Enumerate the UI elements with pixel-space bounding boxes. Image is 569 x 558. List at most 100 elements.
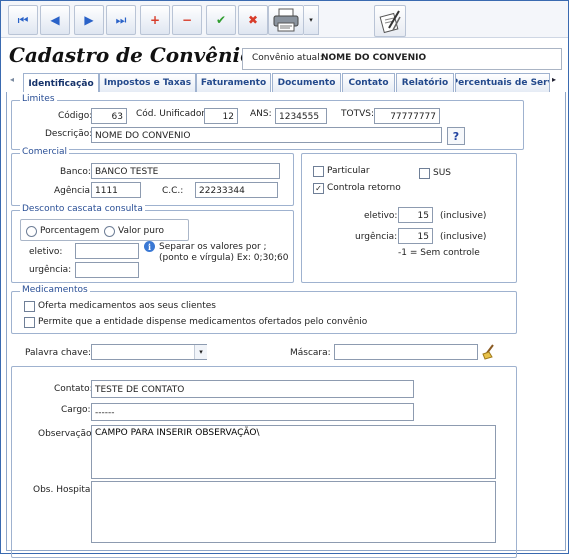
particular-label: Particular	[327, 166, 370, 176]
edit-tool-icon	[379, 10, 401, 34]
retorno-urgencia-field[interactable]: 15	[398, 228, 433, 244]
palavra-chave-dropdown-button[interactable]: ▾	[194, 345, 207, 359]
medicamentos-legend: Medicamentos	[20, 285, 90, 295]
identificacao-panel: Limites Código: 63 Cód. Unificador: 12 A…	[6, 92, 566, 558]
next-icon: ▶	[84, 13, 94, 27]
comercial-group: Comercial	[11, 147, 294, 206]
retorno-eletivo-label: eletivo:	[364, 211, 398, 221]
current-convenio-value: NOME DO CONVENIO	[321, 53, 427, 63]
tab-strip: ◂ Identificação Impostos e Taxas Faturam…	[6, 72, 564, 93]
contato-label: Contato:	[54, 384, 93, 394]
cc-label: C.C.:	[162, 186, 184, 196]
valor-puro-radio[interactable]	[104, 226, 115, 237]
cargo-field[interactable]: ------	[91, 403, 414, 421]
print-button[interactable]	[268, 5, 304, 35]
codigo-field[interactable]: 63	[91, 108, 127, 124]
first-icon: ⏮	[17, 12, 29, 27]
observacao-textarea[interactable]: CAMPO PARA INSERIR OBSERVAÇÃO\	[91, 425, 496, 479]
desconto-legend: Desconto cascata consulta	[20, 204, 145, 214]
help-button[interactable]: ?	[447, 127, 465, 145]
info-icon: i	[144, 241, 155, 252]
agencia-field[interactable]: 1111	[91, 182, 141, 198]
mascara-field[interactable]	[334, 344, 478, 360]
chevron-down-icon: ▾	[199, 348, 203, 356]
codigo-label: Código:	[58, 111, 93, 121]
page-title: Cadastro de Convênios	[9, 43, 265, 67]
edit-tool-button[interactable]	[374, 5, 406, 37]
current-convenio-box: Convênio atual: NOME DO CONVENIO	[242, 48, 562, 70]
obs-hospital-textarea[interactable]	[91, 481, 496, 543]
medicamentos-group: Medicamentos	[11, 285, 517, 334]
chevron-down-icon: ▾	[309, 16, 313, 24]
desconto-urgencia-label: urgência:	[29, 265, 72, 275]
cancel-button[interactable]: ✖	[238, 5, 268, 35]
toolbar: ⏮ ◀ ▶ ⏭ + − ✔ ✖ ▾	[1, 1, 568, 38]
oferta-medicamentos-label: Oferta medicamentos aos seus clientes	[38, 301, 216, 311]
tab-documento[interactable]: Documento	[272, 73, 341, 92]
observacao-label: Observação:	[38, 429, 95, 439]
descricao-label: Descrição:	[45, 129, 93, 139]
first-record-button[interactable]: ⏮	[8, 5, 38, 35]
unificador-field[interactable]: 12	[204, 108, 238, 124]
tab-relatorio[interactable]: Relatório	[396, 73, 454, 92]
descricao-field[interactable]: NOME DO CONVENIO	[91, 127, 442, 143]
limites-legend: Limites	[20, 94, 57, 104]
particular-checkbox[interactable]	[313, 166, 324, 177]
banco-label: Banco:	[60, 167, 91, 177]
print-options-dropdown[interactable]: ▾	[304, 5, 319, 35]
porcentagem-radio[interactable]	[26, 226, 37, 237]
controla-retorno-label: Controla retorno	[327, 183, 401, 193]
last-record-button[interactable]: ⏭	[106, 5, 136, 35]
sus-checkbox[interactable]	[419, 168, 430, 179]
confirm-button[interactable]: ✔	[206, 5, 236, 35]
dispensa-medicamentos-label: Permite que a entidade dispense medicame…	[38, 317, 368, 327]
banco-field[interactable]: BANCO TESTE	[91, 163, 280, 179]
desconto-eletivo-field[interactable]	[75, 243, 139, 259]
unificador-label: Cód. Unificador:	[136, 109, 208, 119]
agencia-label: Agência:	[54, 186, 94, 196]
tab-contato[interactable]: Contato	[342, 73, 395, 92]
x-icon: ✖	[247, 13, 259, 27]
cargo-label: Cargo:	[61, 405, 91, 415]
last-icon: ⏭	[115, 12, 127, 27]
next-record-button[interactable]: ▶	[74, 5, 104, 35]
controla-retorno-checkbox[interactable]: ✓	[313, 183, 324, 194]
current-convenio-label: Convênio atual:	[252, 53, 323, 63]
tab-faturamento[interactable]: Faturamento	[196, 73, 271, 92]
comercial-legend: Comercial	[20, 147, 70, 157]
retorno-urgencia-label: urgência:	[355, 232, 398, 242]
contato-field[interactable]: TESTE DE CONTATO	[91, 380, 414, 398]
obs-hospital-label: Obs. Hospital:	[33, 485, 96, 495]
valor-puro-label: Valor puro	[118, 226, 164, 236]
ans-label: ANS:	[250, 109, 272, 119]
mascara-label: Máscara:	[290, 348, 331, 358]
dispensa-medicamentos-checkbox[interactable]	[24, 317, 35, 328]
tab-scroll-left-icon[interactable]: ◂	[10, 75, 14, 84]
tab-identificacao[interactable]: Identificação	[23, 73, 99, 93]
retorno-urgencia-suffix: (inclusive)	[440, 232, 487, 242]
prev-record-button[interactable]: ◀	[40, 5, 70, 35]
palavra-chave-select[interactable]	[91, 344, 207, 360]
tab-percentuais[interactable]: Percentuais de Serv	[455, 73, 550, 92]
tab-impostos-taxas[interactable]: Impostos e Taxas	[99, 73, 196, 92]
desconto-urgencia-field[interactable]	[75, 262, 139, 278]
sus-label: SUS	[433, 168, 452, 178]
cc-field[interactable]: 22233344	[195, 182, 278, 198]
remove-button[interactable]: −	[172, 5, 202, 35]
desconto-hint: Separar os valores por ; (ponto e vírgul…	[159, 242, 289, 263]
add-button[interactable]: +	[140, 5, 170, 35]
totvs-field[interactable]: 77777777	[374, 108, 440, 124]
plus-icon: +	[149, 13, 161, 27]
oferta-medicamentos-checkbox[interactable]	[24, 301, 35, 312]
minus-icon: −	[181, 13, 193, 27]
retorno-eletivo-field[interactable]: 15	[398, 207, 433, 223]
porcentagem-label: Porcentagem	[40, 226, 100, 236]
retorno-eletivo-suffix: (inclusive)	[440, 211, 487, 221]
tab-scroll-right-icon[interactable]: ▸	[552, 75, 556, 84]
clear-broom-icon[interactable]	[480, 343, 498, 361]
prev-icon: ◀	[50, 13, 60, 27]
desconto-eletivo-label: eletivo:	[29, 247, 63, 257]
ans-field[interactable]: 1234555	[275, 108, 327, 124]
sem-controle-note: -1 = Sem controle	[398, 248, 480, 258]
help-icon: ?	[452, 129, 460, 143]
